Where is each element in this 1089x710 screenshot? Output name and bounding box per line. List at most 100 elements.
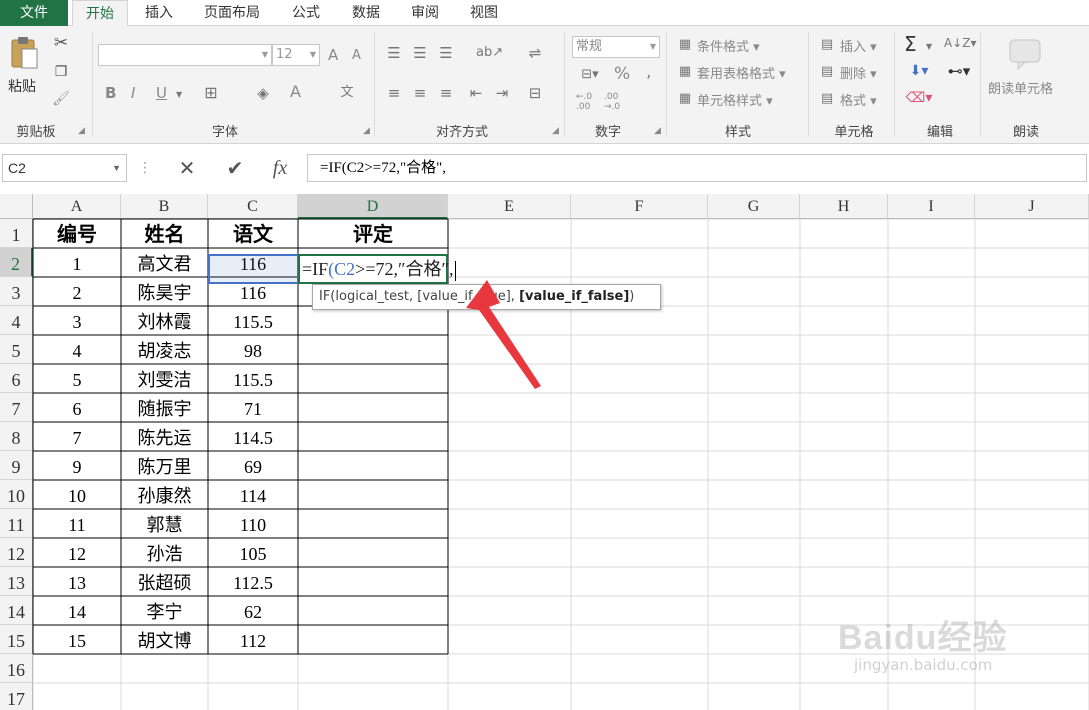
font-color-button[interactable]: A [290, 82, 301, 101]
format-painter-icon[interactable]: 🖌 [50, 90, 72, 108]
border-icon[interactable]: ⊞ [200, 84, 222, 102]
table-cell[interactable]: 胡文博 [121, 625, 208, 654]
row-header-13[interactable]: 13 [0, 567, 33, 596]
row-header-1[interactable]: 1 [0, 219, 33, 248]
column-header-b[interactable]: B [121, 194, 208, 219]
table-cell[interactable]: 孙康然 [121, 480, 208, 509]
cell-styles-button[interactable]: 单元格样式 ▾ [697, 90, 773, 109]
table-header-cell[interactable]: 评定 [298, 219, 448, 248]
table-header-cell[interactable]: 编号 [33, 219, 121, 248]
table-cell[interactable]: 7 [33, 422, 121, 451]
table-cell[interactable]: 14 [33, 596, 121, 625]
autosum-button[interactable]: Σ [904, 32, 917, 56]
table-cell[interactable]: 陈先运 [121, 422, 208, 451]
table-header-cell[interactable]: 语文 [208, 219, 298, 248]
column-header-g[interactable]: G [708, 194, 800, 219]
clipboard-launcher-icon[interactable]: ◢ [78, 126, 85, 136]
accounting-format-icon[interactable]: ⊟▾ [574, 66, 606, 84]
column-header-a[interactable]: A [33, 194, 121, 219]
row-header-11[interactable]: 11 [0, 509, 33, 538]
formula-input[interactable]: =IF(C2>=72,"合格", [307, 154, 1087, 182]
row-header-8[interactable]: 8 [0, 422, 33, 451]
fill-down-icon[interactable]: ⬇▾ [904, 62, 934, 80]
conditional-format-icon[interactable]: ▦ [676, 36, 694, 54]
paste-button[interactable]: 粘贴 [8, 76, 36, 96]
insert-function-button[interactable]: fx [264, 155, 296, 181]
table-format-button[interactable]: 套用表格格式 ▾ [697, 63, 786, 82]
align-bottom-icon[interactable]: ☰ [436, 44, 456, 62]
table-cell[interactable]: 6 [33, 393, 121, 422]
paste-icon[interactable] [9, 36, 39, 70]
wrap-text-icon[interactable]: ⇌ [524, 44, 546, 62]
clear-eraser-icon[interactable]: ⌫▾ [904, 89, 934, 107]
row-header-7[interactable]: 7 [0, 393, 33, 422]
row-header-17[interactable]: 17 [0, 683, 33, 710]
row-header-4[interactable]: 4 [0, 306, 33, 335]
table-cell[interactable]: 胡凌志 [121, 335, 208, 364]
align-right-icon[interactable]: ≡ [436, 84, 456, 102]
tab-page-layout[interactable]: 页面布局 [192, 0, 272, 26]
row-header-6[interactable]: 6 [0, 364, 33, 393]
tab-file[interactable]: 文件 [0, 0, 68, 26]
chevron-down-icon[interactable]: ▼ [176, 86, 182, 104]
grow-font-button[interactable]: A [328, 46, 338, 64]
table-cell[interactable]: 10 [33, 480, 121, 509]
row-header-15[interactable]: 15 [0, 625, 33, 654]
copy-icon[interactable]: ❐ [50, 63, 72, 81]
table-cell[interactable]: 105 [208, 538, 298, 567]
row-header-12[interactable]: 12 [0, 538, 33, 567]
select-all-corner[interactable] [0, 194, 33, 219]
alignment-launcher-icon[interactable]: ◢ [552, 126, 559, 136]
font-size-combo[interactable]: 12 ▼ [272, 44, 320, 66]
insert-cells-button[interactable]: 插入 ▾ [840, 36, 877, 55]
table-cell[interactable]: 9 [33, 451, 121, 480]
find-binoculars-icon[interactable]: ⊷▾ [944, 62, 974, 80]
table-format-icon[interactable]: ▦ [676, 63, 694, 81]
table-cell[interactable]: 98 [208, 335, 298, 364]
editing-cell-d2[interactable]: =IF(C2>=72,″合格″, [298, 254, 457, 284]
cancel-entry-icon[interactable]: ✕ [172, 155, 202, 181]
sort-filter-icon[interactable]: A↓Z▾ [944, 34, 977, 52]
table-cell[interactable]: 随振宇 [121, 393, 208, 422]
table-cell[interactable]: 112.5 [208, 567, 298, 596]
align-left-icon[interactable]: ≡ [384, 84, 404, 102]
font-name-combo[interactable]: ▼ [98, 44, 272, 66]
selected-cell-c2[interactable] [208, 254, 299, 284]
bold-button[interactable]: B [105, 84, 116, 102]
table-cell[interactable]: 5 [33, 364, 121, 393]
align-top-icon[interactable]: ☰ [384, 44, 404, 62]
column-header-f[interactable]: F [571, 194, 708, 219]
table-cell[interactable]: 69 [208, 451, 298, 480]
tab-home[interactable]: 开始 [72, 0, 128, 27]
table-cell[interactable]: 孙浩 [121, 538, 208, 567]
table-cell[interactable]: 15 [33, 625, 121, 654]
number-launcher-icon[interactable]: ◢ [654, 126, 661, 136]
table-cell[interactable]: 陈昊宇 [121, 277, 208, 306]
tab-formulas[interactable]: 公式 [280, 0, 332, 26]
table-cell[interactable]: 110 [208, 509, 298, 538]
table-cell[interactable]: 112 [208, 625, 298, 654]
tab-review[interactable]: 审阅 [400, 0, 450, 26]
conditional-format-button[interactable]: 条件格式 ▾ [697, 36, 760, 55]
table-cell[interactable]: 1 [33, 248, 121, 277]
table-cell[interactable]: 刘雯洁 [121, 364, 208, 393]
table-cell[interactable]: 114.5 [208, 422, 298, 451]
table-cell[interactable]: 4 [33, 335, 121, 364]
percent-button[interactable]: % [614, 64, 630, 84]
table-cell[interactable]: 11 [33, 509, 121, 538]
row-header-2[interactable]: 2 [0, 248, 33, 277]
underline-button[interactable]: U [156, 84, 167, 102]
number-format-combo[interactable]: 常规 ▼ [572, 36, 660, 58]
column-header-j[interactable]: J [975, 194, 1089, 219]
shrink-font-button[interactable]: A [352, 48, 361, 63]
table-cell[interactable]: 12 [33, 538, 121, 567]
column-header-d[interactable]: D [298, 194, 448, 219]
orientation-icon[interactable]: ab↗ [476, 44, 503, 62]
fill-color-icon[interactable]: ◈ [252, 84, 274, 102]
merge-center-icon[interactable]: ⊟ [524, 84, 546, 102]
table-cell[interactable]: 115.5 [208, 364, 298, 393]
row-header-10[interactable]: 10 [0, 480, 33, 509]
increase-indent-icon[interactable]: ⇥ [492, 84, 512, 102]
format-cells-button[interactable]: 格式 ▾ [840, 90, 877, 109]
table-cell[interactable]: 高文君 [121, 248, 208, 277]
